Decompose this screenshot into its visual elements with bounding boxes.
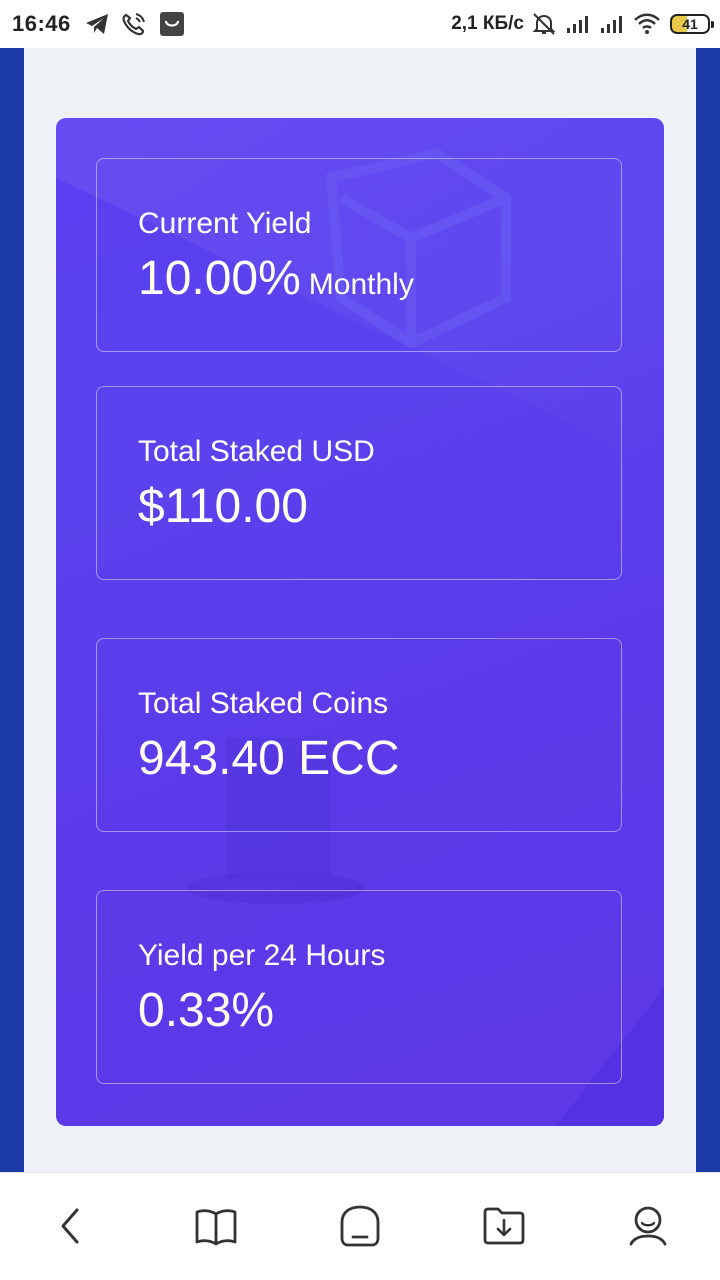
battery-level: 41 bbox=[682, 16, 698, 32]
app-background: Current Yield 10.00% Monthly Total Staked… bbox=[0, 48, 720, 1208]
stat-value: 10.00% Monthly bbox=[138, 255, 414, 303]
signal-icon bbox=[566, 14, 592, 34]
profile-icon bbox=[629, 1206, 667, 1246]
stat-label: Total Staked USD bbox=[138, 435, 375, 468]
stat-card-yield-24h: Yield per 24 Hours 0.33% bbox=[96, 890, 622, 1084]
downloads-button[interactable] bbox=[479, 1201, 529, 1251]
stat-value: 943.40 ECC bbox=[138, 732, 400, 785]
bookmarks-button[interactable] bbox=[191, 1201, 241, 1251]
download-folder-icon bbox=[483, 1207, 525, 1245]
network-speed: 2,1 КБ/с bbox=[451, 13, 524, 34]
status-right: 2,1 КБ/с 41 bbox=[451, 0, 714, 48]
stat-card-total-staked-usd: Total Staked USD $110.00 bbox=[96, 386, 622, 580]
stat-label: Current Yield bbox=[138, 207, 312, 240]
stat-value: $110.00 bbox=[138, 480, 308, 533]
profile-button[interactable] bbox=[623, 1201, 673, 1251]
status-bar: 16:46 2,1 КБ/с 41 bbox=[0, 0, 720, 48]
alarm-off-icon bbox=[532, 12, 556, 36]
home-icon bbox=[340, 1205, 380, 1247]
phone-call-icon bbox=[121, 12, 147, 36]
stat-label: Yield per 24 Hours bbox=[138, 939, 386, 972]
back-button[interactable] bbox=[45, 1201, 95, 1251]
signal-icon bbox=[600, 14, 626, 34]
current-yield-value: 10.00% bbox=[138, 252, 301, 305]
wifi-icon bbox=[634, 13, 660, 35]
current-yield-period: Monthly bbox=[308, 268, 414, 301]
shopping-bag-icon bbox=[159, 11, 185, 37]
stat-value: 0.33% bbox=[138, 984, 275, 1037]
screen: 16:46 2,1 КБ/с 41 Current Yield 10.00% M… bbox=[0, 0, 720, 1280]
status-left: 16:46 bbox=[12, 0, 197, 48]
status-clock: 16:46 bbox=[12, 11, 71, 36]
home-button[interactable] bbox=[335, 1201, 385, 1251]
staking-panel: Current Yield 10.00% Monthly Total Staked… bbox=[56, 118, 664, 1126]
stat-label: Total Staked Coins bbox=[138, 687, 389, 720]
battery-icon: 41 bbox=[670, 14, 714, 34]
bottom-navigation bbox=[0, 1172, 720, 1280]
stat-card-total-staked-coins: Total Staked Coins 943.40 ECC bbox=[96, 638, 622, 832]
telegram-icon bbox=[85, 13, 109, 35]
book-icon bbox=[195, 1209, 237, 1246]
outer-card: Current Yield 10.00% Monthly Total Staked… bbox=[24, 48, 696, 1208]
stat-card-current-yield: Current Yield 10.00% Monthly bbox=[96, 158, 622, 352]
back-icon bbox=[61, 1208, 79, 1244]
